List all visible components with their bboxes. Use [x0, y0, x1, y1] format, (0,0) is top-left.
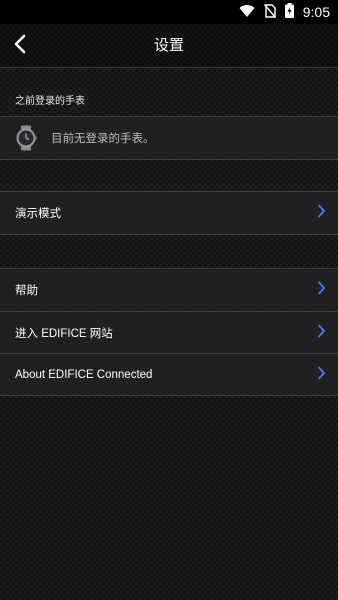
back-button[interactable]	[4, 30, 36, 62]
about-item[interactable]: About EDIFICE Connected	[0, 353, 338, 395]
chevron-right-icon	[317, 365, 326, 384]
status-bar: 9:05	[0, 0, 338, 24]
chevron-left-icon	[13, 34, 27, 58]
no-watch-text: 目前无登录的手表。	[51, 131, 155, 145]
previous-watches-group: 目前无登录的手表。	[0, 116, 338, 160]
help-item[interactable]: 帮助	[0, 269, 338, 311]
page-title: 设置	[153, 36, 184, 54]
wifi-icon	[239, 3, 255, 22]
demo-mode-item[interactable]: 演示模式	[0, 192, 338, 234]
status-time: 9:05	[302, 4, 330, 20]
no-watch-row: 目前无登录的手表。	[0, 117, 338, 159]
chevron-right-icon	[317, 204, 326, 223]
chevron-right-icon	[317, 281, 326, 300]
help-label: 帮助	[15, 285, 38, 297]
no-sim-icon	[263, 3, 276, 22]
info-group: 帮助 进入 EDIFICE 网站 About EDIFICE Connected	[0, 268, 338, 396]
chevron-right-icon	[317, 323, 326, 342]
section-header-previous-watches: 之前登录的手表	[15, 96, 85, 107]
demo-group: 演示模式	[0, 191, 338, 235]
about-label: About EDIFICE Connected	[15, 368, 153, 381]
website-item[interactable]: 进入 EDIFICE 网站	[0, 311, 338, 353]
battery-charging-icon	[284, 2, 294, 22]
watch-icon	[15, 125, 37, 151]
demo-mode-label: 演示模式	[15, 208, 61, 220]
app-bar: 设置	[0, 24, 338, 68]
website-label: 进入 EDIFICE 网站	[15, 327, 113, 340]
